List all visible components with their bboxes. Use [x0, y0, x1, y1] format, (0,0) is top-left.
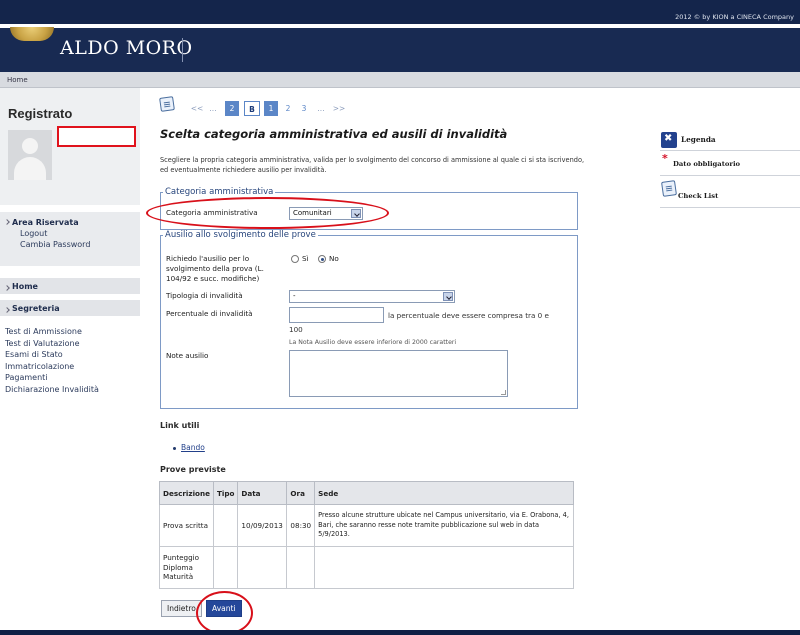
radio-si[interactable] — [291, 255, 299, 263]
copyright-text: 2012 © by KION a CINECA Company — [675, 13, 794, 21]
col-tipo: Tipo — [212, 481, 239, 505]
cell-tipo — [212, 504, 239, 547]
cell-sede: Presso alcune strutture ubicate nel Camp… — [314, 504, 574, 547]
avatar-head-shape — [22, 138, 38, 154]
sidebar-item-pagamenti[interactable]: Pagamenti — [0, 372, 140, 384]
cell-ora: 08:30 — [286, 504, 316, 547]
categoria-legend: Categoria amministrativa — [165, 187, 274, 197]
sidebar-item-test-valutazione[interactable]: Test di Valutazione — [0, 338, 140, 350]
table-row: Punteggio Diploma Maturità — [159, 546, 574, 589]
pager-step-current[interactable]: B — [244, 101, 260, 116]
sidebar-home-bar: Home — [0, 278, 140, 294]
pager-step-1[interactable]: 1 — [264, 101, 278, 116]
percentuale-hint: la percentuale deve essere compresa tra … — [388, 311, 549, 320]
percentuale-input[interactable] — [289, 307, 384, 323]
sidebar-item-segreteria[interactable]: Segreteria — [0, 300, 140, 313]
cell-data — [237, 546, 288, 589]
prove-previste-heading: Prove previste — [160, 465, 226, 474]
page-intro: Scegliere la propria categoria amministr… — [160, 156, 585, 174]
col-ora: Ora — [286, 481, 316, 505]
link-utili-heading: Link utili — [160, 421, 200, 430]
breadcrumb-home[interactable]: Home — [7, 76, 28, 84]
note-textarea[interactable] — [289, 350, 508, 397]
cell-tipo — [212, 546, 239, 589]
chevron-down-icon — [443, 292, 453, 301]
col-descrizione: Descrizione — [159, 481, 214, 505]
area-riservata-group: Area Riservata Logout Cambia Password — [0, 212, 140, 266]
bullet-icon — [173, 447, 176, 450]
note-label: Note ausilio — [166, 351, 209, 360]
pager-last[interactable]: >> — [332, 101, 346, 116]
sidebar-item-dichiarazione-invalidita[interactable]: Dichiarazione Invalidità — [0, 384, 140, 396]
note-hint: La Nota Ausilio deve essere inferiore di… — [289, 339, 457, 346]
username-redaction-box — [57, 126, 136, 147]
tipologia-select[interactable]: - — [289, 290, 455, 303]
prove-table: Descrizione Tipo Data Ora Sede Prova scr… — [159, 481, 574, 589]
legenda-label: Legenda — [681, 135, 716, 144]
sidebar-segreteria-bar: Segreteria — [0, 300, 140, 316]
tipologia-label: Tipologia di invalidità — [166, 291, 243, 300]
annotation-ellipse-avanti — [196, 591, 253, 635]
top-bar: 2012 © by KION a CINECA Company — [0, 0, 800, 24]
pager-ellipsis-right: ... — [317, 104, 325, 113]
percentuale-label: Percentuale di invalidità — [166, 309, 253, 318]
table-header-row: Descrizione Tipo Data Ora Sede — [159, 481, 574, 505]
pager-ellipsis-left: ... — [209, 104, 217, 113]
bando-link[interactable]: Bando — [181, 443, 205, 452]
footer-bar — [0, 630, 800, 635]
page-title: Scelta categoria amministrativa ed ausil… — [160, 127, 508, 141]
col-sede: Sede — [314, 481, 574, 505]
table-row: Prova scritta 10/09/2013 08:30 Presso al… — [159, 504, 574, 547]
segreteria-links: Test di Ammissione Test di Valutazione E… — [0, 326, 140, 395]
sidebar: Registrato Area Riservata Logout Cambia … — [0, 88, 140, 635]
cell-sede — [314, 546, 574, 589]
ausilio-legend: Ausilio allo svolgimento delle prove — [165, 230, 316, 240]
required-star-icon: * — [662, 152, 668, 165]
checklist-label[interactable]: Check List — [678, 192, 718, 200]
ausilio-question-label: Richiedo l'ausilio per lo svolgimento de… — [166, 254, 264, 283]
avatar — [8, 130, 52, 180]
pager-first[interactable]: << — [190, 101, 204, 116]
obbligatorio-label: Dato obbligatorio — [673, 160, 741, 168]
col-data: Data — [237, 481, 288, 505]
percentuale-hint-end: 100 — [289, 325, 303, 334]
avatar-body-shape — [14, 157, 46, 180]
cell-ora — [286, 546, 316, 589]
radio-no[interactable] — [318, 255, 326, 263]
radio-no-label: No — [329, 254, 339, 263]
checklist-icon — [159, 96, 175, 112]
sidebar-item-logout[interactable]: Logout — [0, 227, 140, 238]
sidebar-item-area-riservata[interactable]: Area Riservata — [0, 212, 140, 227]
sidebar-item-immatricolazione[interactable]: Immatricolazione — [0, 361, 140, 373]
sidebar-item-esami-stato[interactable]: Esami di Stato — [0, 349, 140, 361]
pager-step-2[interactable]: 2 — [282, 101, 294, 116]
pager-step-2-prev[interactable]: 2 — [225, 101, 239, 116]
radio-si-label: Sì — [302, 254, 309, 263]
cell-data: 10/09/2013 — [237, 504, 288, 547]
sidebar-item-cambia-password[interactable]: Cambia Password — [0, 238, 140, 249]
tipologia-select-value: - — [293, 292, 296, 300]
cell-descrizione: Punteggio Diploma Maturità — [159, 546, 214, 589]
nav-bar: Home — [0, 72, 800, 88]
logo-divider — [182, 38, 183, 62]
site-logo[interactable]: ALDO MORO — [60, 37, 193, 59]
legenda-icon — [661, 132, 677, 148]
pager-step-3[interactable]: 3 — [298, 101, 310, 116]
cell-descrizione: Prova scritta — [159, 504, 214, 547]
sidebar-item-home[interactable]: Home — [0, 278, 140, 291]
sidebar-item-test-ammissione[interactable]: Test di Ammissione — [0, 326, 140, 338]
user-status-title: Registrato — [8, 106, 73, 121]
checklist-icon — [661, 180, 677, 197]
annotation-ellipse-categoria — [146, 197, 389, 229]
